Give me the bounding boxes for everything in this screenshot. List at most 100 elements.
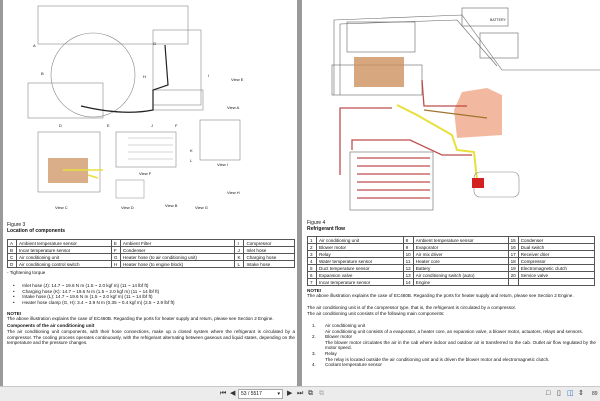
left-page: A B D E J F G H I K L View E View A View…	[3, 0, 297, 386]
table-value: Air conditioning unit	[316, 236, 404, 244]
previous-page-icon[interactable]: ◀	[230, 390, 235, 398]
table-key: 6	[307, 271, 317, 279]
table-key: J	[234, 246, 245, 254]
table-row: 3 Relay 10 Air mix driver 17 Receiver drier	[307, 250, 596, 258]
view-label: A	[33, 43, 36, 48]
viewer-toolbar: ⏮ ◀ 53 / 5517 ▾ ▶ ⏭ ⧉ ⧉ □ ▯ ◫ ⇕ 89	[0, 386, 600, 401]
table-key: 9	[402, 243, 414, 251]
intro-2: The air conditioning unit consists of th…	[307, 311, 445, 316]
table-row: 4 Water temperature sensor 11 Heater core 18…	[307, 257, 596, 265]
fit-page-icon[interactable]: ⇕	[578, 390, 584, 398]
next-page-icon[interactable]: ▶	[287, 390, 292, 398]
table-key: D	[7, 260, 17, 268]
table-value: Heater core	[412, 257, 509, 265]
single-page-icon[interactable]: □	[546, 390, 550, 398]
battery-label: BATTERY	[490, 18, 506, 22]
view-label: View H	[227, 190, 240, 195]
table-value: Relay	[316, 250, 404, 258]
components-table: A Ambient temperature sensor E Ambient Filt…	[7, 239, 295, 268]
right-page: BATTERY Figure 4 Refrigerant flow 1 Air c…	[302, 0, 600, 386]
view-label: B	[41, 71, 44, 76]
table-key: I	[234, 239, 245, 247]
view-label: View C	[55, 205, 68, 210]
table-value: Battery	[412, 264, 509, 272]
table-value: Air conditioning unit	[16, 253, 112, 261]
table-value: Service valve	[517, 271, 596, 279]
table-value: Blower motor	[316, 243, 404, 251]
view-label: I	[208, 73, 209, 78]
table-key: A	[7, 239, 17, 247]
table-key: B	[7, 246, 17, 254]
table-value: Condenser	[119, 246, 236, 254]
table-key: 13	[402, 271, 414, 279]
item-number: 2.	[312, 334, 316, 340]
list-item: 1. Air conditioning unit Air conditioning …	[312, 323, 596, 334]
table-value	[517, 278, 596, 286]
table-value: Ambient temperature sensor	[16, 239, 112, 247]
table-value: Air conditioning control switch	[16, 260, 112, 268]
view-label: F	[175, 123, 178, 128]
table-key: 3	[307, 250, 317, 258]
two-page-icon[interactable]: ◫	[567, 390, 574, 398]
page-number-input[interactable]: 53 / 5517 ▾	[238, 389, 283, 399]
paste-icon[interactable]: ⧉	[319, 390, 324, 398]
table-key: F	[110, 246, 121, 254]
table-key: 5	[307, 264, 317, 272]
view-label: J	[151, 123, 153, 128]
table-value: Electromagnetic clutch	[517, 264, 596, 272]
table-key: 20	[507, 271, 519, 279]
table-value: Heater hose (to engine block)	[119, 260, 236, 268]
view-label: View E	[231, 77, 244, 82]
item-number: 4.	[312, 362, 316, 368]
table-key: C	[7, 253, 17, 261]
table-value: Duct temperature sensor	[316, 264, 404, 272]
torque-heading: - Tightening torque	[7, 270, 46, 275]
table-value: Dual switch	[517, 243, 596, 251]
components-list: 1. Air conditioning unit Air conditioning …	[312, 323, 596, 368]
table-row: 2 Blower motor 9 Evaporator 16 Dual switch	[307, 243, 596, 251]
table-value: Expansion valve	[316, 271, 404, 279]
figure-title: Location of components	[7, 228, 66, 234]
table-value: Ambient Filter	[119, 239, 236, 247]
table-value: Receiver drier	[517, 250, 596, 258]
table-row: 1 Air conditioning unit 8 Ambient temperatu…	[307, 236, 596, 244]
table-key: 1	[307, 236, 317, 244]
table-value: Heater hose (to air conditioning unit)	[119, 253, 236, 261]
table-key: K	[234, 253, 245, 261]
table-key: 4	[307, 257, 317, 265]
item-title: Coolant temperature sensor	[325, 362, 382, 368]
table-key: L	[234, 260, 245, 268]
table-key: 7	[307, 278, 317, 286]
note-text: The above illustration explains the case…	[307, 293, 574, 298]
view-label: View G	[195, 205, 208, 210]
dropdown-icon[interactable]: ▾	[277, 390, 280, 398]
table-key: 17	[507, 250, 519, 258]
table-key: 16	[507, 243, 519, 251]
view-label: E	[107, 123, 110, 128]
table-row: A Ambient temperature sensor E Ambient Filt…	[7, 239, 295, 247]
table-row: C Air conditioning unit G Heater hose (to a…	[7, 253, 295, 261]
first-page-icon[interactable]: ⏮	[220, 390, 226, 398]
table-value: Incar temperature sensor	[16, 246, 112, 254]
last-page-icon[interactable]: ⏭	[297, 390, 303, 398]
table-key: 10	[402, 250, 414, 258]
table-key: 15	[507, 236, 519, 244]
zoom-level[interactable]: 89	[592, 390, 598, 398]
section-text: The air conditioning unit components, wi…	[7, 329, 295, 346]
note-text: The above illustration explains the case…	[7, 316, 274, 321]
table-value: Inlet hose	[243, 246, 295, 254]
table-key: 14	[402, 278, 414, 286]
copy-icon[interactable]: ⧉	[308, 390, 313, 398]
table-value: Compressor	[243, 239, 295, 247]
view-label: K	[190, 148, 193, 153]
list-item: • Heater hose clamp (G, H): 3.4 ~ 3.9 N …	[13, 299, 175, 305]
table-key: 19	[507, 264, 519, 272]
figure-4-refrigerant-flow: BATTERY	[331, 7, 600, 211]
list-item: 4. Coolant temperature sensor	[312, 362, 596, 368]
item-number: 3.	[312, 350, 316, 356]
figure-3-location-of-components: A B D E J F G H I K L View E View A View…	[27, 5, 244, 210]
table-row: 7 Incar temperature sensor 14 Engine	[307, 278, 596, 286]
item-number: 1.	[312, 323, 316, 328]
continuous-page-icon[interactable]: ▯	[557, 390, 561, 398]
table-value: Evaporator	[412, 243, 509, 251]
